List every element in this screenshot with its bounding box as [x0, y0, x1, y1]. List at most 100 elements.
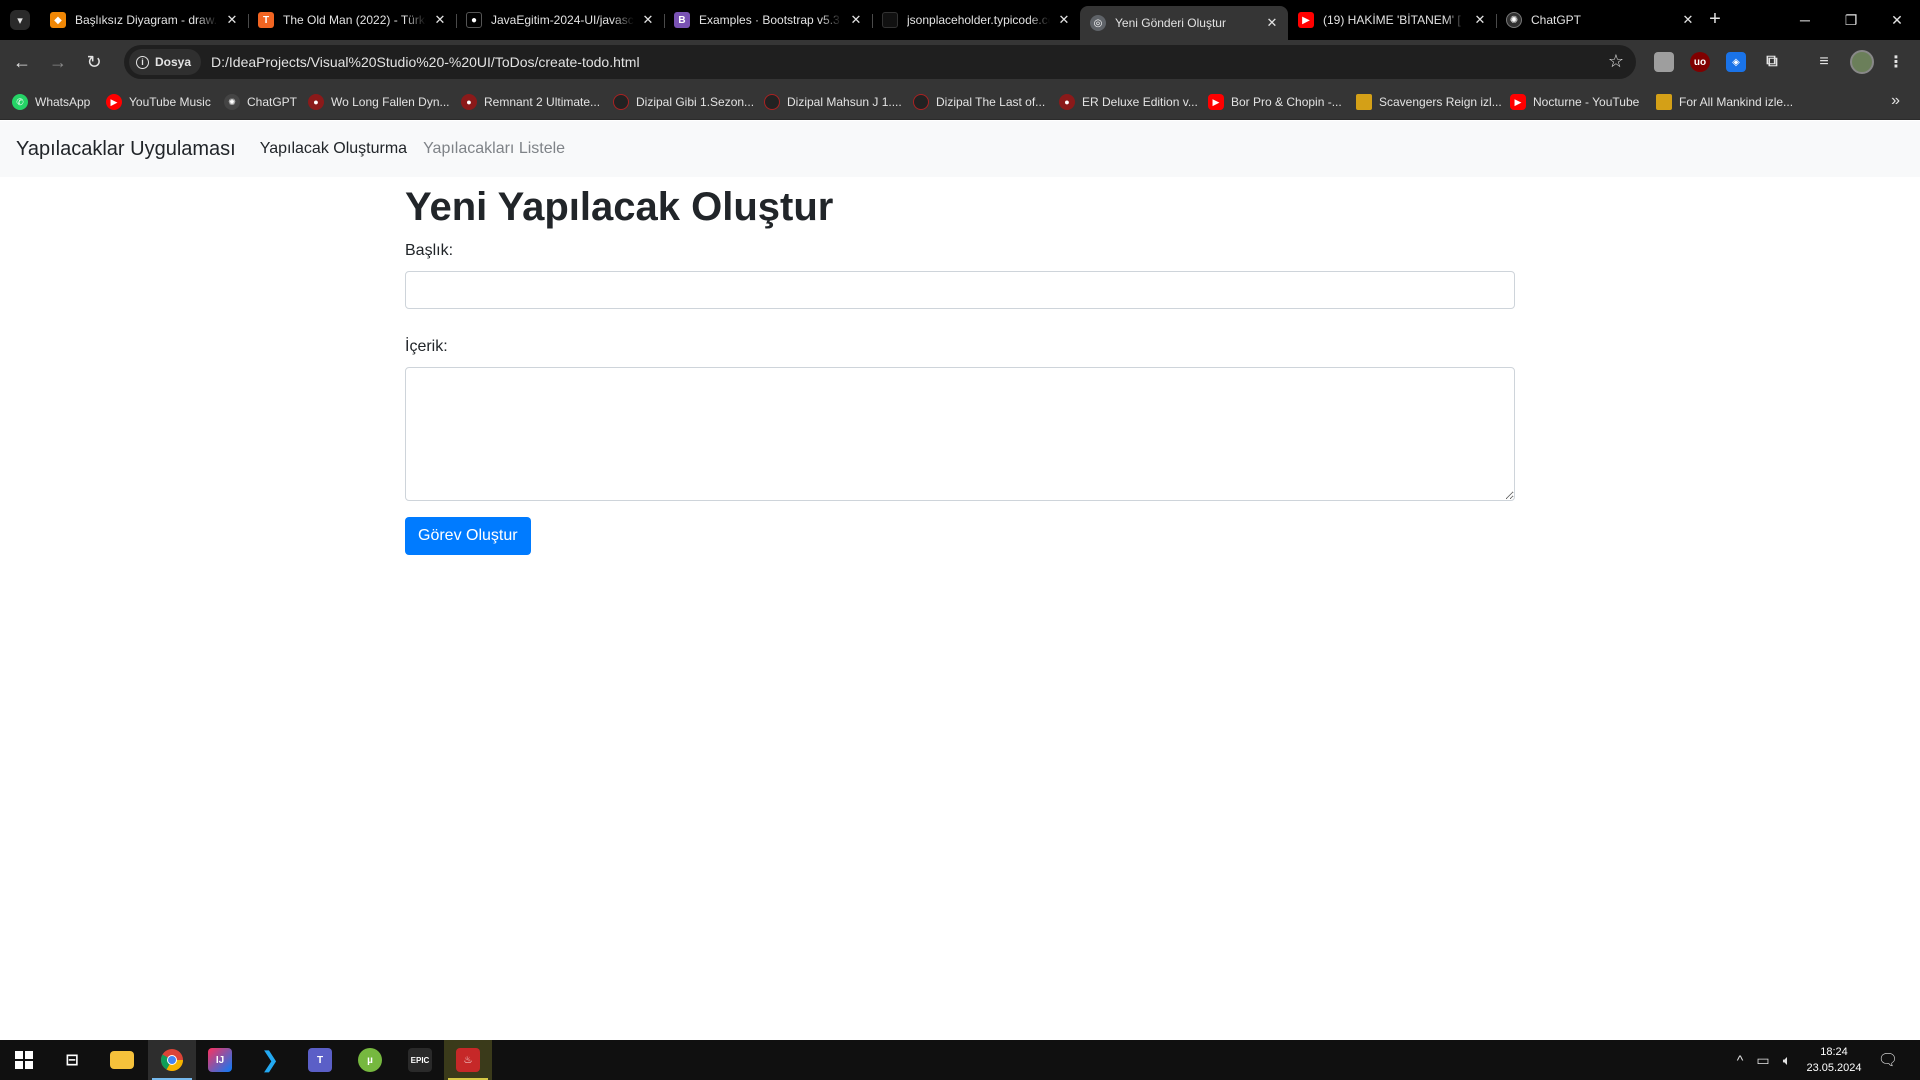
browser-toolbar: ← → ↻ i Dosya D:/IdeaProjects/Visual%20S… — [0, 40, 1920, 84]
bookmark-scavengers[interactable]: Scavengers Reign izl... — [1356, 92, 1502, 112]
page-title: Yeni Yapılacak Oluştur — [405, 185, 834, 229]
chevron-double-right-icon[interactable]: » — [1891, 92, 1900, 110]
game-app-icon[interactable]: ♨ — [444, 1040, 492, 1080]
tab-github[interactable]: ● JavaEgitim-2024-UI/javascript ✕ — [456, 6, 664, 34]
site-icon: ● — [308, 94, 324, 110]
info-icon: i — [136, 55, 149, 69]
github-icon: ● — [466, 12, 482, 28]
browser-tab-strip: ▾ ◆ Başlıksız Diyagram - draw.io ✕ T The… — [0, 0, 1920, 40]
system-clock[interactable]: 18:24 23.05.2024 — [1800, 1044, 1868, 1076]
content-textarea[interactable] — [405, 367, 1515, 501]
bookmark-nocturne[interactable]: ▶ Nocturne - YouTube — [1510, 92, 1639, 112]
network-icon[interactable]: ▭ — [1752, 1040, 1774, 1080]
tab-search-icon[interactable]: ▾ — [10, 10, 30, 30]
new-tab-button[interactable]: + — [1703, 8, 1727, 32]
create-task-button[interactable]: Görev Oluştur — [405, 517, 531, 555]
site-info-chip[interactable]: i Dosya — [129, 49, 202, 75]
tab-chatgpt[interactable]: ✺ ChatGPT ✕ — [1496, 6, 1704, 34]
app-navbar: Yapılacaklar Uygulaması Yapılacak Oluştu… — [0, 121, 1920, 177]
title-label: Başlık: — [405, 242, 454, 259]
minimize-icon[interactable]: ─ — [1782, 0, 1828, 40]
file-explorer-icon[interactable] — [98, 1040, 146, 1080]
bookmark-er-deluxe[interactable]: ● ER Deluxe Edition v... — [1059, 92, 1198, 112]
tab-drawio[interactable]: ◆ Başlıksız Diyagram - draw.io ✕ — [40, 6, 248, 34]
tab-yeni-gonderi[interactable]: ◎ Yeni Gönderi Oluştur ✕ — [1080, 6, 1288, 40]
profile-avatar[interactable] — [1850, 50, 1874, 74]
bookmark-dizipal-gibi[interactable]: Dizipal Gibi 1.Sezon... — [613, 92, 754, 112]
tab-jsonplaceholder[interactable]: jsonplaceholder.typicode.com ✕ — [872, 6, 1080, 34]
bookmark-wo-long[interactable]: ● Wo Long Fallen Dyn... — [308, 92, 450, 112]
window-close-icon[interactable]: ✕ — [1874, 0, 1920, 40]
bookmark-star-icon[interactable]: ☆ — [1608, 51, 1624, 72]
extension-icon[interactable] — [1654, 52, 1674, 72]
close-icon[interactable]: ✕ — [640, 12, 656, 28]
form-container: Yeni Yapılacak Oluştur Başlık: İçerik: G… — [405, 177, 1515, 555]
title-input[interactable] — [405, 271, 1515, 309]
bookmark-dizipal-last-of[interactable]: Dizipal The Last of... — [913, 92, 1045, 112]
nav-link-list[interactable]: Yapılacakları Listele — [423, 140, 565, 158]
bookmark-chatgpt[interactable]: ✺ ChatGPT — [224, 92, 297, 112]
bookmarks-bar: ✆ WhatsApp ▶ YouTube Music ✺ ChatGPT ● W… — [0, 84, 1920, 120]
task-view-icon[interactable]: ⊟ — [48, 1040, 96, 1080]
chevron-up-icon[interactable]: ^ — [1730, 1040, 1750, 1080]
volume-icon[interactable]: 🔈︎ — [1776, 1040, 1798, 1080]
restore-icon[interactable]: ❐ — [1828, 0, 1874, 40]
puzzle-icon[interactable]: ⧉ — [1762, 52, 1782, 72]
close-icon[interactable]: ✕ — [848, 12, 864, 28]
extension-icon[interactable]: ◈ — [1726, 52, 1746, 72]
notification-icon[interactable]: 🗨︎ — [1872, 1040, 1904, 1080]
youtube-icon: ▶ — [1208, 94, 1224, 110]
bookmark-bor-pro[interactable]: ▶ Bor Pro & Chopin -... — [1208, 92, 1342, 112]
clock-date: 23.05.2024 — [1806, 1062, 1862, 1074]
epic-games-icon[interactable]: EPIC — [396, 1040, 444, 1080]
bookmark-whatsapp[interactable]: ✆ WhatsApp — [12, 92, 90, 112]
utorrent-icon[interactable]: µ — [346, 1040, 394, 1080]
bookmark-remnant[interactable]: ● Remnant 2 Ultimate... — [461, 92, 600, 112]
ublock-icon[interactable]: uo — [1690, 52, 1710, 72]
bookmark-for-all-mankind[interactable]: For All Mankind izle... — [1656, 92, 1793, 112]
close-icon[interactable]: ✕ — [1264, 15, 1280, 31]
bookmark-label: ChatGPT — [247, 95, 298, 109]
bookmark-orange-icon: T — [258, 12, 274, 28]
content-label: İçerik: — [405, 338, 448, 355]
site-icon: ● — [1059, 94, 1075, 110]
page-viewport: Yapılacaklar Uygulaması Yapılacak Oluştu… — [0, 121, 1920, 1040]
url-text[interactable]: D:/IdeaProjects/Visual%20Studio%20-%20UI… — [211, 54, 640, 70]
tab-bootstrap[interactable]: B Examples · Bootstrap v5.3 ✕ — [664, 6, 872, 34]
address-bar[interactable]: i Dosya D:/IdeaProjects/Visual%20Studio%… — [124, 45, 1636, 79]
windows-start-icon[interactable] — [0, 1040, 48, 1080]
bootstrap-icon: B — [674, 12, 690, 28]
menu-kebab-icon[interactable]: ⋮ — [1886, 52, 1906, 72]
chrome-icon[interactable] — [148, 1040, 196, 1080]
tab-title: Yeni Gönderi Oluştur — [1115, 16, 1226, 30]
youtube-music-icon: ▶ — [106, 94, 122, 110]
site-icon — [613, 94, 629, 110]
site-icon — [764, 94, 780, 110]
close-icon[interactable]: ✕ — [1472, 12, 1488, 28]
intellij-icon[interactable]: IJ — [196, 1040, 244, 1080]
back-arrow-icon[interactable]: ← — [8, 48, 36, 76]
tab-title: jsonplaceholder.typicode.com — [907, 13, 1050, 27]
close-icon[interactable]: ✕ — [1680, 12, 1696, 28]
navbar-brand[interactable]: Yapılacaklar Uygulaması — [16, 138, 236, 161]
close-icon[interactable]: ✕ — [1056, 12, 1072, 28]
tab-youtube[interactable]: ▶ (19) HAKİME 'BİTANEM' [ ✕ — [1288, 6, 1496, 34]
bookmark-label: Dizipal Mahsun J 1.... — [787, 95, 902, 109]
site-icon — [1356, 94, 1372, 110]
forward-arrow-icon[interactable]: → — [44, 48, 72, 76]
close-icon[interactable]: ✕ — [432, 12, 448, 28]
teams-icon[interactable]: T — [296, 1040, 344, 1080]
nav-link-create[interactable]: Yapılacak Oluşturma — [260, 140, 407, 158]
whatsapp-icon: ✆ — [12, 94, 28, 110]
bookmark-dizipal-mahsun[interactable]: Dizipal Mahsun J 1.... — [764, 92, 902, 112]
vscode-icon[interactable]: ❯ — [246, 1040, 294, 1080]
close-icon[interactable]: ✕ — [224, 12, 240, 28]
reload-icon[interactable]: ↻ — [80, 48, 108, 76]
bookmark-label: For All Mankind izle... — [1679, 95, 1794, 109]
media-control-icon[interactable]: ≡ — [1814, 52, 1834, 72]
tab-old-man[interactable]: T The Old Man (2022) - Türkçe ✕ — [248, 6, 456, 34]
bookmark-youtube-music[interactable]: ▶ YouTube Music — [106, 92, 211, 112]
drawio-icon: ◆ — [50, 12, 66, 28]
tab-title: ChatGPT — [1531, 13, 1582, 27]
typicode-icon — [882, 12, 898, 28]
